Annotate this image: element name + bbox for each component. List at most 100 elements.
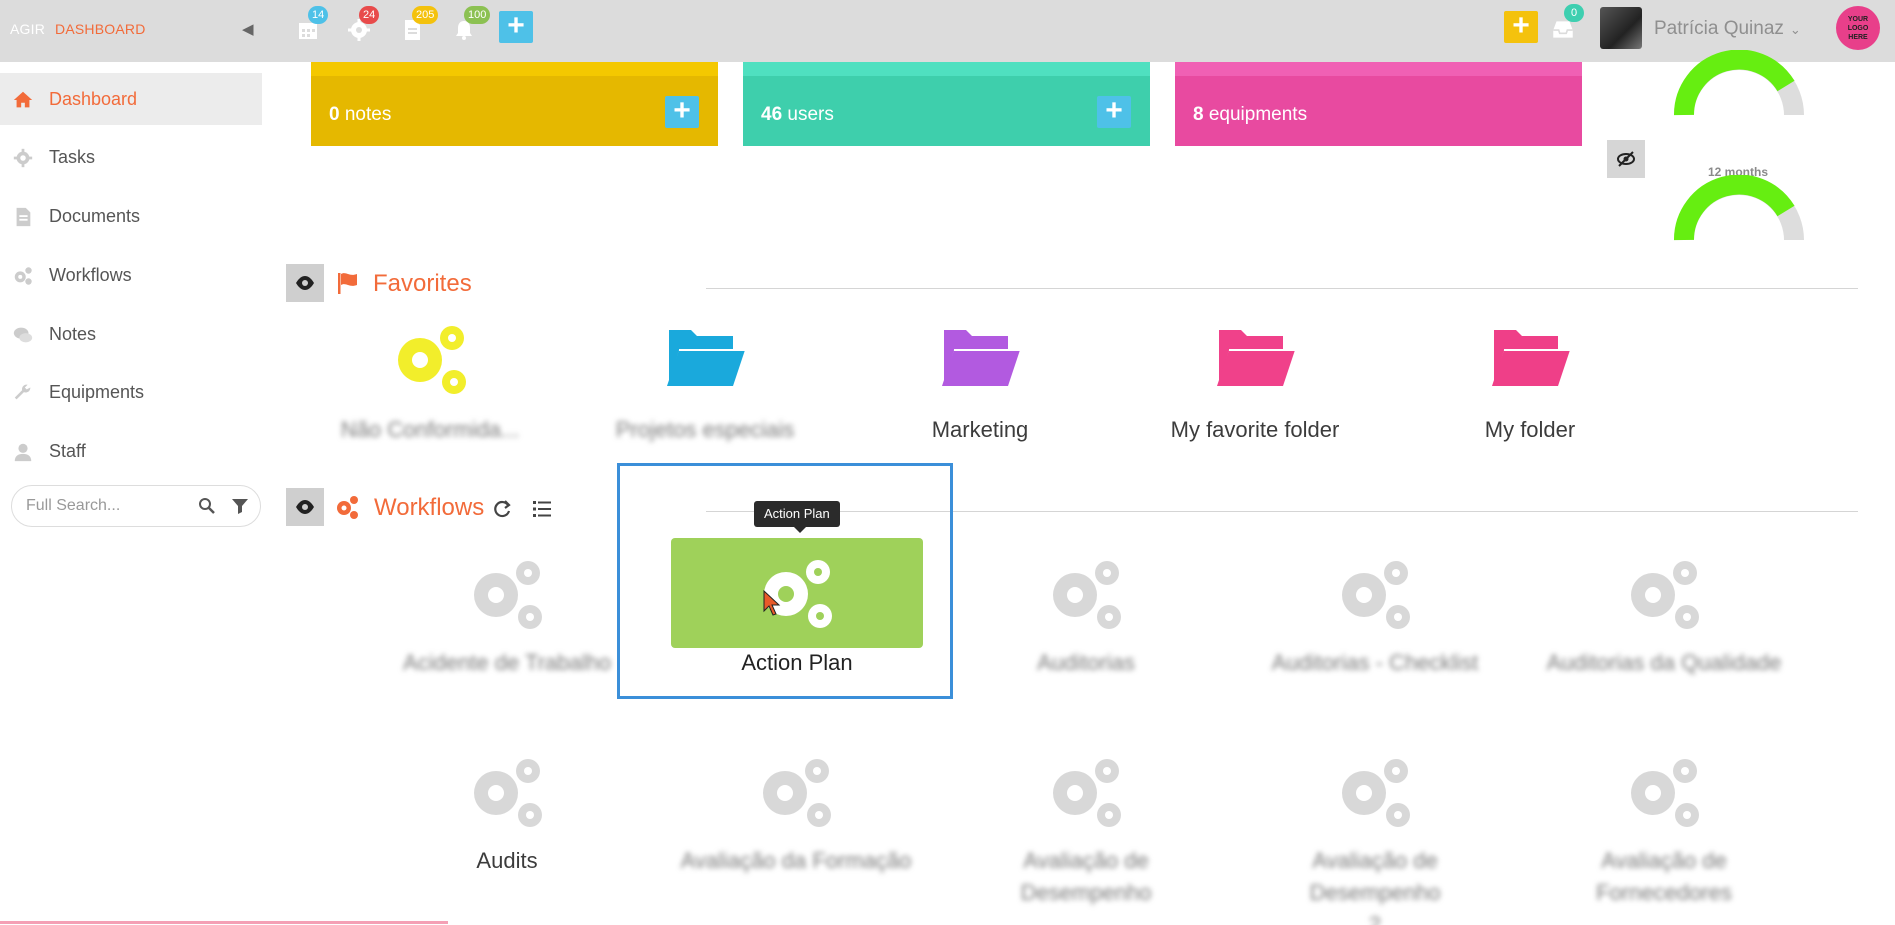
- filter-icon[interactable]: [230, 496, 250, 516]
- workflow-label: Avaliação de Desempenho 2: [1309, 848, 1441, 925]
- chevron-down-icon: ⌄: [1789, 22, 1801, 37]
- sidebar-item-equipments[interactable]: Equipments: [0, 366, 262, 418]
- gear-icon[interactable]: 24: [347, 6, 380, 46]
- favorite-item[interactable]: My favorite folder: [1125, 320, 1385, 470]
- bell-count-badge: 100: [464, 6, 491, 24]
- list-icon[interactable]: [531, 498, 553, 520]
- document-icon: [12, 206, 34, 228]
- stat-label: users: [787, 104, 834, 125]
- workflow-item[interactable]: Avaliação de Desempenho: [961, 753, 1211, 923]
- workflow-item[interactable]: Avaliação da Formação: [671, 753, 921, 923]
- favorite-item[interactable]: Marketing: [850, 320, 1110, 470]
- document-count-badge: 205: [412, 6, 439, 24]
- workflow-label: Avaliação de Fornecedores: [1596, 848, 1732, 905]
- action-plan-workflow[interactable]: [671, 538, 923, 648]
- workflow-label: Auditorias: [1037, 650, 1135, 675]
- sidebar-item-dashboard[interactable]: Dashboard: [0, 73, 262, 125]
- favorite-item[interactable]: My folder: [1400, 320, 1660, 470]
- workflow-item[interactable]: Acidente de Trabalho: [382, 555, 632, 725]
- bell-icon[interactable]: 100: [452, 6, 491, 46]
- workflow-label: Auditorias da Qualidade: [1546, 650, 1782, 675]
- notes-stat-card[interactable]: 0 notes +: [311, 62, 718, 146]
- folder-open-icon: [667, 330, 745, 386]
- favorite-item[interactable]: Projetos especiais: [575, 320, 835, 470]
- sidebar-item-workflows[interactable]: Workflows: [0, 249, 262, 301]
- document-icon[interactable]: 205: [400, 6, 439, 46]
- gears-icon: [1342, 759, 1410, 827]
- gear-count-badge: 24: [359, 6, 380, 24]
- stat-label: equipments: [1208, 104, 1308, 125]
- card-stripe: [311, 62, 718, 76]
- workflow-item[interactable]: Avaliação de Desempenho 2: [1250, 753, 1500, 925]
- tooltip: Action Plan: [754, 501, 840, 533]
- wrench-icon: [12, 382, 34, 404]
- stat-label: notes: [344, 104, 392, 125]
- gears-icon: [763, 759, 831, 827]
- eye-icon[interactable]: [286, 264, 324, 302]
- top-bar: AGIR DASHBOARD ◀ 14 24 205 100 + + 0 Patr…: [0, 0, 1895, 62]
- gears-icon: [474, 759, 542, 827]
- breadcrumb[interactable]: DASHBOARD: [55, 21, 145, 37]
- mouse-cursor-icon: [763, 590, 781, 616]
- app-root: AGIR DASHBOARD ◀ 14 24 205 100 + + 0 Patr…: [0, 0, 1895, 925]
- user-menu[interactable]: Patrícia Quinaz ⌄: [1654, 18, 1801, 40]
- favorite-label: My folder: [1484, 417, 1576, 442]
- gauge-12-months: [1674, 175, 1804, 241]
- workflow-item[interactable]: Avaliação de Fornecedores: [1539, 753, 1789, 923]
- search-icon[interactable]: [197, 496, 217, 516]
- users-stat-card[interactable]: 46 users +: [743, 62, 1150, 146]
- workflow-item[interactable]: Auditorias - Checklist: [1250, 555, 1500, 725]
- workflow-label: Avaliação de Desempenho: [1020, 848, 1152, 905]
- workflow-label: Auditorias - Checklist: [1271, 650, 1479, 675]
- gears-icon: [1631, 561, 1699, 629]
- inbox-icon[interactable]: 0: [1550, 4, 1584, 46]
- refresh-icon[interactable]: [491, 498, 513, 520]
- sidebar-item-label: Notes: [49, 324, 97, 344]
- loading-progress-bar: [0, 921, 448, 924]
- caret-left-icon[interactable]: ◀: [242, 20, 254, 38]
- add-button[interactable]: +: [499, 11, 533, 43]
- app-name[interactable]: AGIR: [10, 21, 45, 37]
- add-user-button[interactable]: +: [1097, 96, 1131, 128]
- folder-open-icon: [1217, 330, 1295, 386]
- workflows-title: Workflows: [374, 494, 485, 521]
- gears-icon: [1342, 561, 1410, 629]
- eye-icon[interactable]: [286, 488, 324, 526]
- sidebar-item-staff[interactable]: Staff: [0, 425, 262, 477]
- favorite-label: My favorite folder: [1170, 417, 1340, 442]
- gears-icon: [1631, 759, 1699, 827]
- gears-icon: [474, 561, 542, 629]
- workflow-item[interactable]: Auditorias: [961, 555, 1211, 725]
- sidebar: Dashboard Tasks Documents Workflows Note…: [0, 62, 262, 925]
- workflow-item[interactable]: Auditorias da Qualidade: [1539, 555, 1789, 725]
- eye-slash-icon[interactable]: [1607, 140, 1645, 178]
- sidebar-item-documents[interactable]: Documents: [0, 190, 262, 242]
- quick-add-button[interactable]: +: [1504, 11, 1538, 43]
- brand: AGIR DASHBOARD: [10, 21, 146, 37]
- sidebar-item-label: Tasks: [49, 147, 96, 167]
- search-input[interactable]: [26, 494, 186, 518]
- folder-open-icon: [1492, 330, 1570, 386]
- divider: [706, 288, 1858, 289]
- sidebar-item-label: Equipments: [49, 382, 145, 402]
- add-note-button[interactable]: +: [665, 96, 699, 128]
- sidebar-item-tasks[interactable]: Tasks: [0, 131, 262, 183]
- gears-icon: [1053, 561, 1121, 629]
- calendar-icon[interactable]: 14: [296, 6, 329, 46]
- inbox-count-badge: 0: [1564, 4, 1584, 22]
- sidebar-item-label: Dashboard: [49, 89, 138, 109]
- card-stripe: [743, 62, 1150, 76]
- user-icon: [12, 441, 34, 463]
- stat-count: 8: [1193, 104, 1204, 125]
- stat-count: 46: [761, 104, 783, 125]
- favorite-item[interactable]: Não Conformida...: [300, 320, 560, 470]
- favorite-label: Marketing: [931, 417, 1029, 442]
- calendar-count-badge: 14: [308, 6, 329, 24]
- sidebar-item-notes[interactable]: Notes: [0, 308, 262, 360]
- stat-count: 0: [329, 104, 340, 125]
- equipments-stat-card[interactable]: 8 equipments: [1175, 62, 1582, 146]
- avatar[interactable]: [1600, 7, 1642, 49]
- user-name: Patrícia Quinaz: [1654, 18, 1784, 39]
- workflow-item[interactable]: Audits: [382, 753, 632, 923]
- workflow-label: Avaliação da Formação: [680, 848, 912, 873]
